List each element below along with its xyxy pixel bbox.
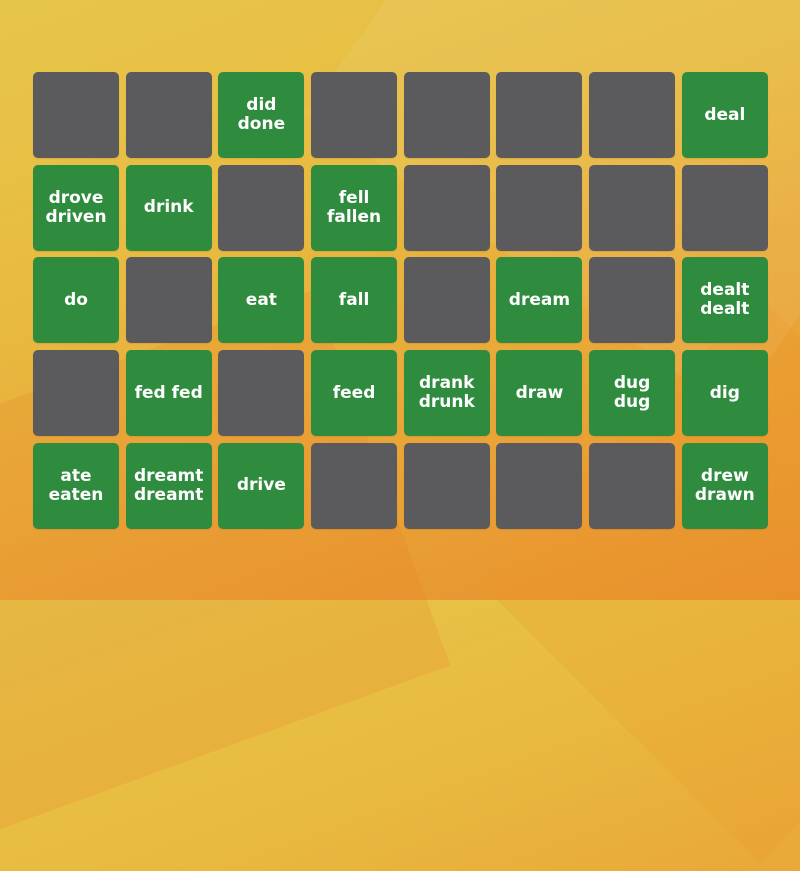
revealed-card[interactable]: drink [125,164,212,251]
revealed-card[interactable]: fed fed [125,350,212,437]
revealed-card[interactable]: did done [218,72,305,158]
revealed-card[interactable]: draw [496,350,583,437]
revealed-card[interactable]: drew drawn [681,442,768,529]
hidden-card[interactable] [496,72,583,158]
revealed-card[interactable]: ate eaten [33,442,119,529]
hidden-card[interactable] [589,442,676,529]
revealed-card[interactable]: do [33,257,119,344]
revealed-card[interactable]: fall [311,257,398,344]
hidden-card[interactable] [33,350,119,437]
hidden-card[interactable] [589,72,676,158]
hidden-card[interactable] [589,164,676,251]
revealed-card[interactable]: deal [681,72,768,158]
hidden-card[interactable] [218,350,305,437]
hidden-card[interactable] [311,442,398,529]
revealed-card[interactable]: fell fallen [311,164,398,251]
hidden-card[interactable] [496,442,583,529]
hidden-card[interactable] [403,164,490,251]
hidden-card[interactable] [33,72,119,158]
revealed-card[interactable]: dream [496,257,583,344]
revealed-card[interactable]: dreamt dreamt [125,442,212,529]
revealed-card[interactable]: dealt dealt [681,257,768,344]
revealed-card[interactable]: drank drunk [403,350,490,437]
hidden-card[interactable] [403,257,490,344]
hidden-card[interactable] [125,257,212,344]
hidden-card[interactable] [125,72,212,158]
revealed-card[interactable]: eat [218,257,305,344]
hidden-card[interactable] [496,164,583,251]
revealed-card[interactable]: dug dug [589,350,676,437]
hidden-card[interactable] [589,257,676,344]
memory-game-board: did done deal drove driven drink fell fallen… [33,72,768,529]
hidden-card[interactable] [681,164,768,251]
revealed-card[interactable]: drive [218,442,305,529]
hidden-card[interactable] [218,164,305,251]
hidden-card[interactable] [403,442,490,529]
revealed-card[interactable]: dig [681,350,768,437]
revealed-card[interactable]: drove driven [33,164,119,251]
hidden-card[interactable] [403,72,490,158]
hidden-card[interactable] [311,72,398,158]
revealed-card[interactable]: feed [311,350,398,437]
